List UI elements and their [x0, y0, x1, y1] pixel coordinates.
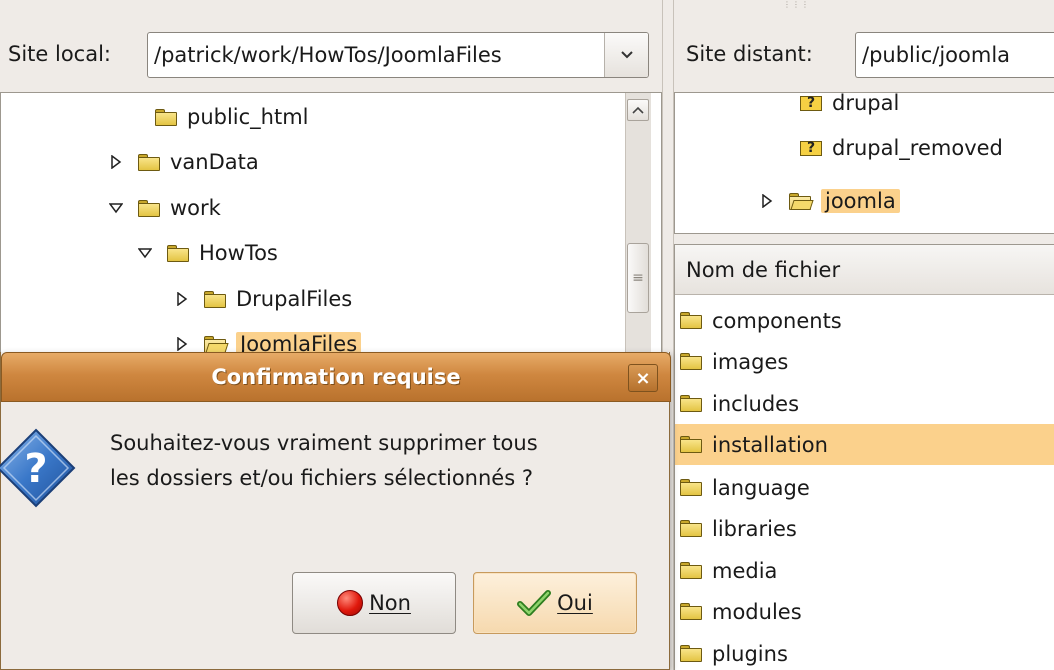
local-tree-scrollbar[interactable]: ≡: [625, 93, 651, 353]
local-site-label: Site local:: [8, 42, 112, 66]
dialog-message-line2: les dossiers et/ou fichiers sélectionnés…: [110, 466, 533, 490]
file-name: modules: [712, 599, 802, 624]
remote-site-label: Site distant:: [686, 42, 813, 66]
confirmation-dialog: Confirmation requise × ? Souhaitez-vous …: [0, 352, 671, 670]
file-name: includes: [712, 391, 800, 416]
tree-item-drupal-removed[interactable]: ? drupal_removed: [800, 128, 1003, 168]
file-row[interactable]: libraries: [675, 508, 1054, 549]
dialog-title: Confirmation requise: [211, 365, 461, 389]
stop-icon: [337, 590, 364, 616]
file-row[interactable]: plugins: [675, 633, 1054, 670]
file-name: media: [712, 558, 778, 583]
tree-item-drupal[interactable]: ? drupal: [800, 92, 900, 123]
tree-item-work[interactable]: work: [108, 188, 221, 228]
remote-path-combo[interactable]: /public/joomla: [855, 32, 1054, 78]
file-row[interactable]: language: [675, 467, 1054, 508]
chevron-up-icon: [632, 106, 644, 114]
folder-icon: [680, 395, 702, 412]
folder-icon: [680, 312, 702, 329]
folder-icon: [680, 603, 702, 620]
yes-button-label: Oui: [557, 591, 593, 615]
folder-icon: [680, 562, 702, 579]
open-folder-icon: [204, 335, 229, 353]
folder-icon: [204, 290, 226, 308]
tree-item-label: joomla: [821, 189, 900, 213]
expander-expanded-icon[interactable]: [137, 245, 153, 261]
local-tree[interactable]: public_html vanData work HowTos DrupalFi…: [0, 92, 662, 354]
remote-tree[interactable]: ? drupal ? drupal_removed joomla: [674, 92, 1054, 234]
folder-icon: [167, 244, 189, 262]
svg-text:?: ?: [24, 446, 47, 492]
tree-item-joomla[interactable]: joomla: [759, 181, 900, 221]
folder-icon: [680, 436, 702, 453]
no-button[interactable]: Non: [292, 572, 456, 634]
local-path-dropdown-button[interactable]: [604, 33, 648, 77]
tree-item-label: JoomlaFiles: [236, 332, 362, 353]
dialog-message: Souhaitez-vous vraiment supprimer tous l…: [110, 426, 650, 496]
tree-item-drupalfiles[interactable]: DrupalFiles: [174, 279, 352, 319]
expander-expanded-icon[interactable]: [108, 200, 124, 216]
unknown-folder-icon: ?: [800, 94, 822, 112]
remote-path-input[interactable]: /public/joomla: [856, 43, 1010, 67]
expander-collapsed-icon[interactable]: [174, 336, 190, 352]
folder-icon: [680, 479, 702, 496]
file-row[interactable]: modules: [675, 591, 1054, 632]
folder-icon: [680, 520, 702, 537]
tree-item-label: HowTos: [199, 241, 278, 265]
file-row[interactable]: components: [675, 300, 1054, 341]
open-folder-icon: [789, 192, 814, 210]
scroll-thumb[interactable]: ≡: [627, 243, 649, 313]
file-row-selected[interactable]: installation: [675, 424, 1054, 465]
column-header-label: Nom de fichier: [686, 257, 841, 282]
file-name: language: [712, 475, 810, 500]
folder-icon: [138, 199, 160, 217]
dialog-message-line1: Souhaitez-vous vraiment supprimer tous: [110, 431, 538, 455]
yes-button[interactable]: Oui: [473, 572, 637, 634]
tree-item-howtos[interactable]: HowTos: [137, 233, 278, 273]
expander-collapsed-icon[interactable]: [108, 154, 124, 170]
close-button[interactable]: ×: [628, 364, 658, 392]
tree-item-label: work: [170, 196, 221, 220]
remote-file-list[interactable]: Nom de fichier components images include…: [674, 244, 1054, 670]
column-header-filename[interactable]: Nom de fichier: [675, 245, 1054, 295]
tree-item-label: public_html: [187, 105, 309, 129]
expander-collapsed-icon[interactable]: [174, 291, 190, 307]
file-name: plugins: [712, 641, 788, 666]
file-name: libraries: [712, 516, 797, 541]
folder-icon: [138, 153, 160, 171]
unknown-folder-icon: ?: [800, 139, 822, 157]
tree-item-joomlafiles[interactable]: JoomlaFiles: [174, 324, 362, 353]
pane-grip[interactable]: ⋮⋮⋮: [783, 0, 809, 9]
folder-icon: [155, 108, 177, 126]
tree-item-label: DrupalFiles: [236, 287, 353, 311]
checkmark-icon: [517, 590, 552, 616]
folder-icon: [680, 645, 702, 662]
tree-item-label: drupal: [832, 92, 900, 115]
tree-item-label: vanData: [170, 150, 259, 174]
tree-item-label: drupal_removed: [832, 136, 1003, 160]
file-name: components: [712, 308, 842, 333]
chevron-down-icon: [620, 51, 633, 59]
file-name: images: [712, 349, 789, 374]
file-name: installation: [712, 432, 828, 457]
file-row[interactable]: images: [675, 341, 1054, 382]
local-path-input[interactable]: patrick/work/HowTos/JoomlaFiles/: [148, 43, 604, 67]
tree-item-vandata[interactable]: vanData: [108, 142, 259, 182]
no-button-label: Non: [369, 591, 411, 615]
local-path-combo[interactable]: patrick/work/HowTos/JoomlaFiles/: [147, 32, 649, 78]
expander-collapsed-icon[interactable]: [759, 193, 775, 209]
tree-item-public-html[interactable]: public_html: [155, 97, 309, 137]
scroll-up-button[interactable]: [627, 99, 649, 121]
file-row[interactable]: media: [675, 550, 1054, 591]
file-row[interactable]: includes: [675, 383, 1054, 424]
question-icon: ?: [0, 428, 76, 508]
close-icon: ×: [635, 367, 651, 389]
folder-icon: [680, 353, 702, 370]
dialog-titlebar[interactable]: Confirmation requise ×: [1, 352, 671, 402]
